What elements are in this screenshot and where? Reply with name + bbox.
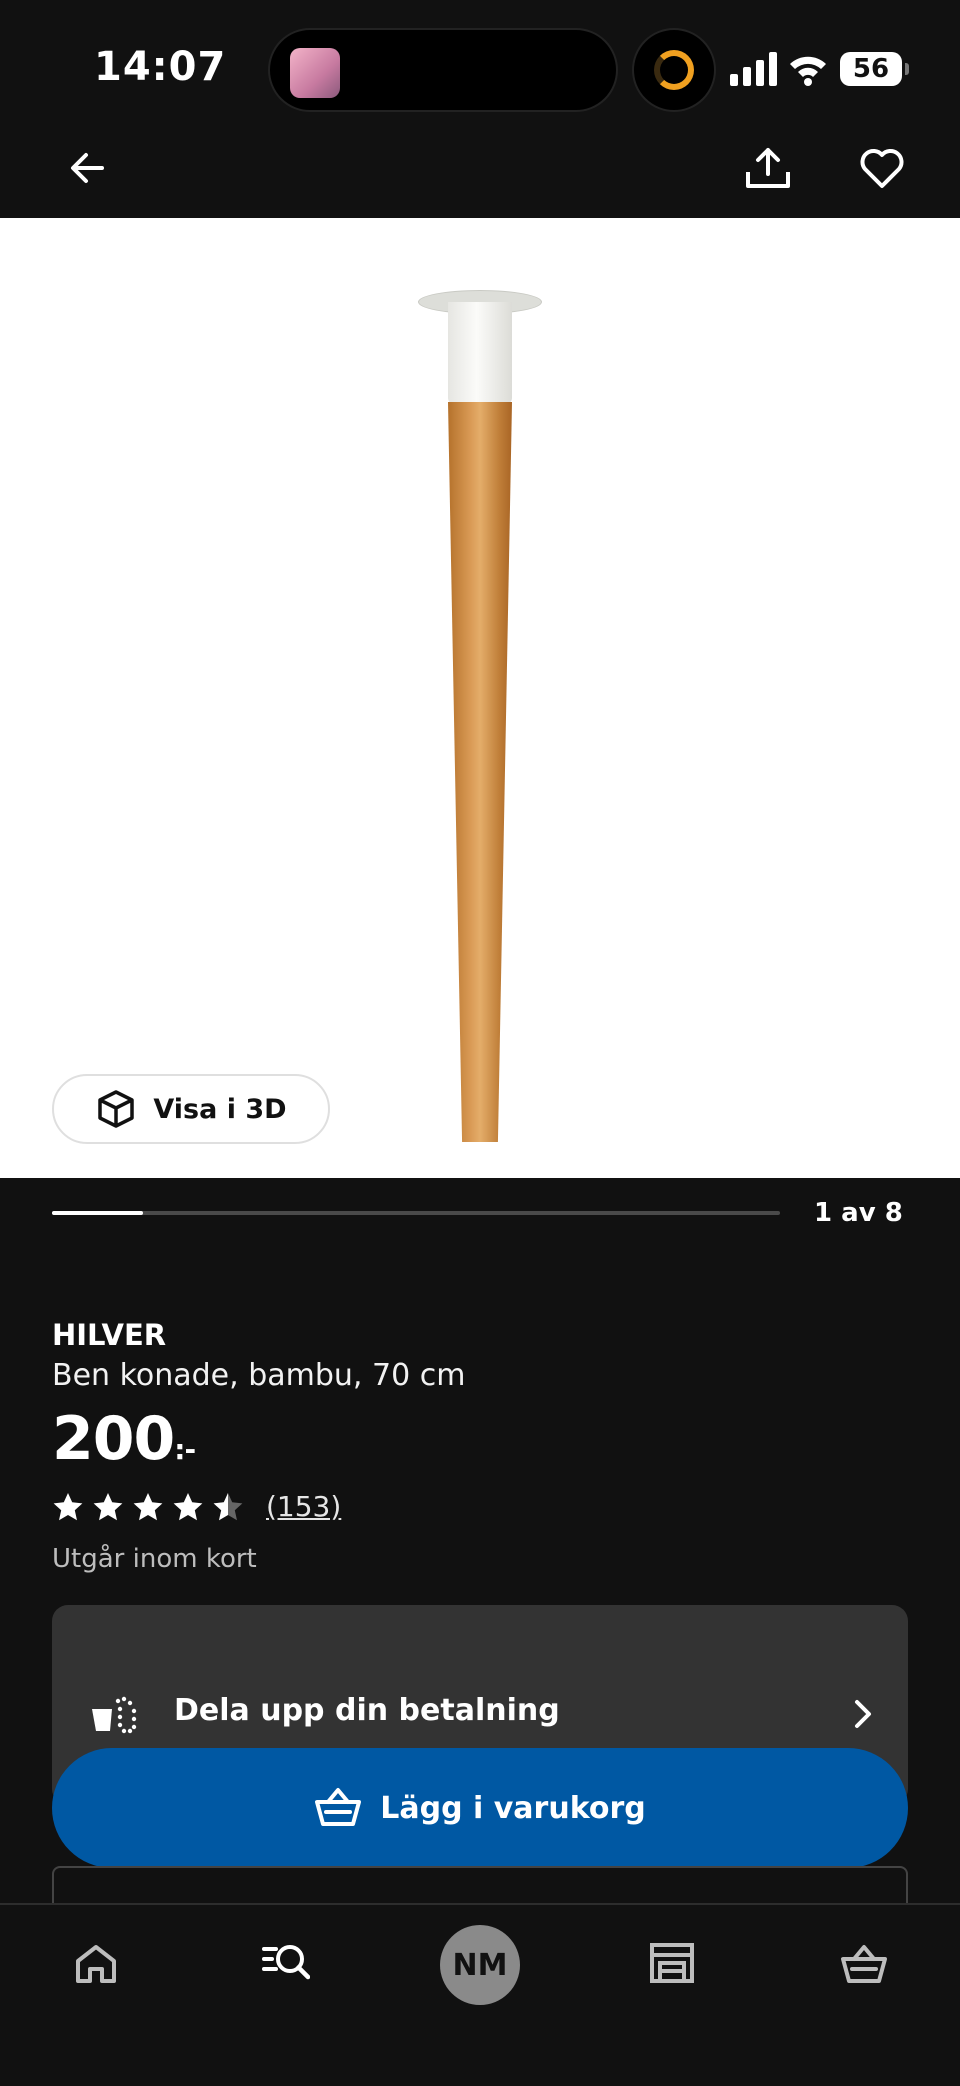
- tab-store[interactable]: [642, 1933, 702, 1993]
- store-icon: [650, 1943, 694, 1983]
- star-icon: [93, 1492, 123, 1520]
- activity-ring: [632, 28, 716, 112]
- view-3d-label: Visa i 3D: [153, 1093, 287, 1125]
- add-to-cart-label: Lägg i varukorg: [380, 1790, 646, 1826]
- add-to-cart-button[interactable]: Lägg i varukorg: [52, 1748, 908, 1868]
- activity-ring-icon: [654, 50, 694, 90]
- half-star-icon: [213, 1492, 243, 1520]
- view-3d-button[interactable]: Visa i 3D: [52, 1074, 330, 1144]
- status-time: 14:07: [94, 44, 227, 90]
- basket-icon: [315, 1788, 362, 1826]
- heart-icon[interactable]: [856, 142, 908, 194]
- price-value: 200: [52, 1404, 175, 1474]
- cube-icon: [98, 1090, 135, 1128]
- availability-status: Utgår inom kort: [52, 1544, 257, 1574]
- battery-indicator: 56: [840, 52, 909, 86]
- back-arrow-icon[interactable]: [62, 142, 114, 194]
- dynamic-island: [268, 28, 618, 112]
- gallery-progress-bar[interactable]: [52, 1211, 780, 1215]
- gallery-progress-fill: [52, 1211, 143, 1215]
- cellular-signal-icon: [730, 52, 777, 86]
- product-name: HILVER: [52, 1318, 167, 1352]
- product-description: Ben konade, bambu, 70 cm: [52, 1358, 466, 1393]
- next-section-card: [52, 1866, 908, 1906]
- product-image-leg: [448, 402, 512, 1142]
- search-icon: [262, 1945, 310, 1980]
- tab-profile-avatar[interactable]: NM: [440, 1925, 520, 2005]
- product-image-leg-cap: [448, 302, 512, 404]
- chevron-right-icon: [855, 1700, 871, 1728]
- star-icon: [173, 1492, 203, 1520]
- tab-home[interactable]: [66, 1933, 126, 1993]
- wifi-icon: [790, 56, 826, 86]
- bottom-tab-bar: NM: [0, 1903, 960, 2086]
- star-icon: [53, 1492, 83, 1520]
- status-bar: 14:07 56: [0, 0, 960, 140]
- home-icon: [76, 1945, 116, 1983]
- split-payment-label: Dela upp din betalning: [174, 1693, 560, 1728]
- star-icon: [133, 1492, 163, 1520]
- tab-cart[interactable]: [834, 1933, 894, 1993]
- share-icon[interactable]: [742, 142, 794, 194]
- now-playing-artwork: [290, 48, 340, 98]
- shopping-bag-split-icon: [92, 1696, 137, 1734]
- product-rating[interactable]: (153): [52, 1490, 341, 1523]
- product-image-gallery[interactable]: Visa i 3D: [0, 218, 960, 1178]
- price-suffix: :-: [174, 1433, 196, 1466]
- review-count-link[interactable]: (153): [266, 1490, 341, 1523]
- product-price: 200:-: [52, 1404, 196, 1474]
- tab-search[interactable]: [256, 1933, 316, 1993]
- gallery-page-indicator: 1 av 8: [814, 1198, 903, 1228]
- cart-icon: [841, 1945, 887, 1983]
